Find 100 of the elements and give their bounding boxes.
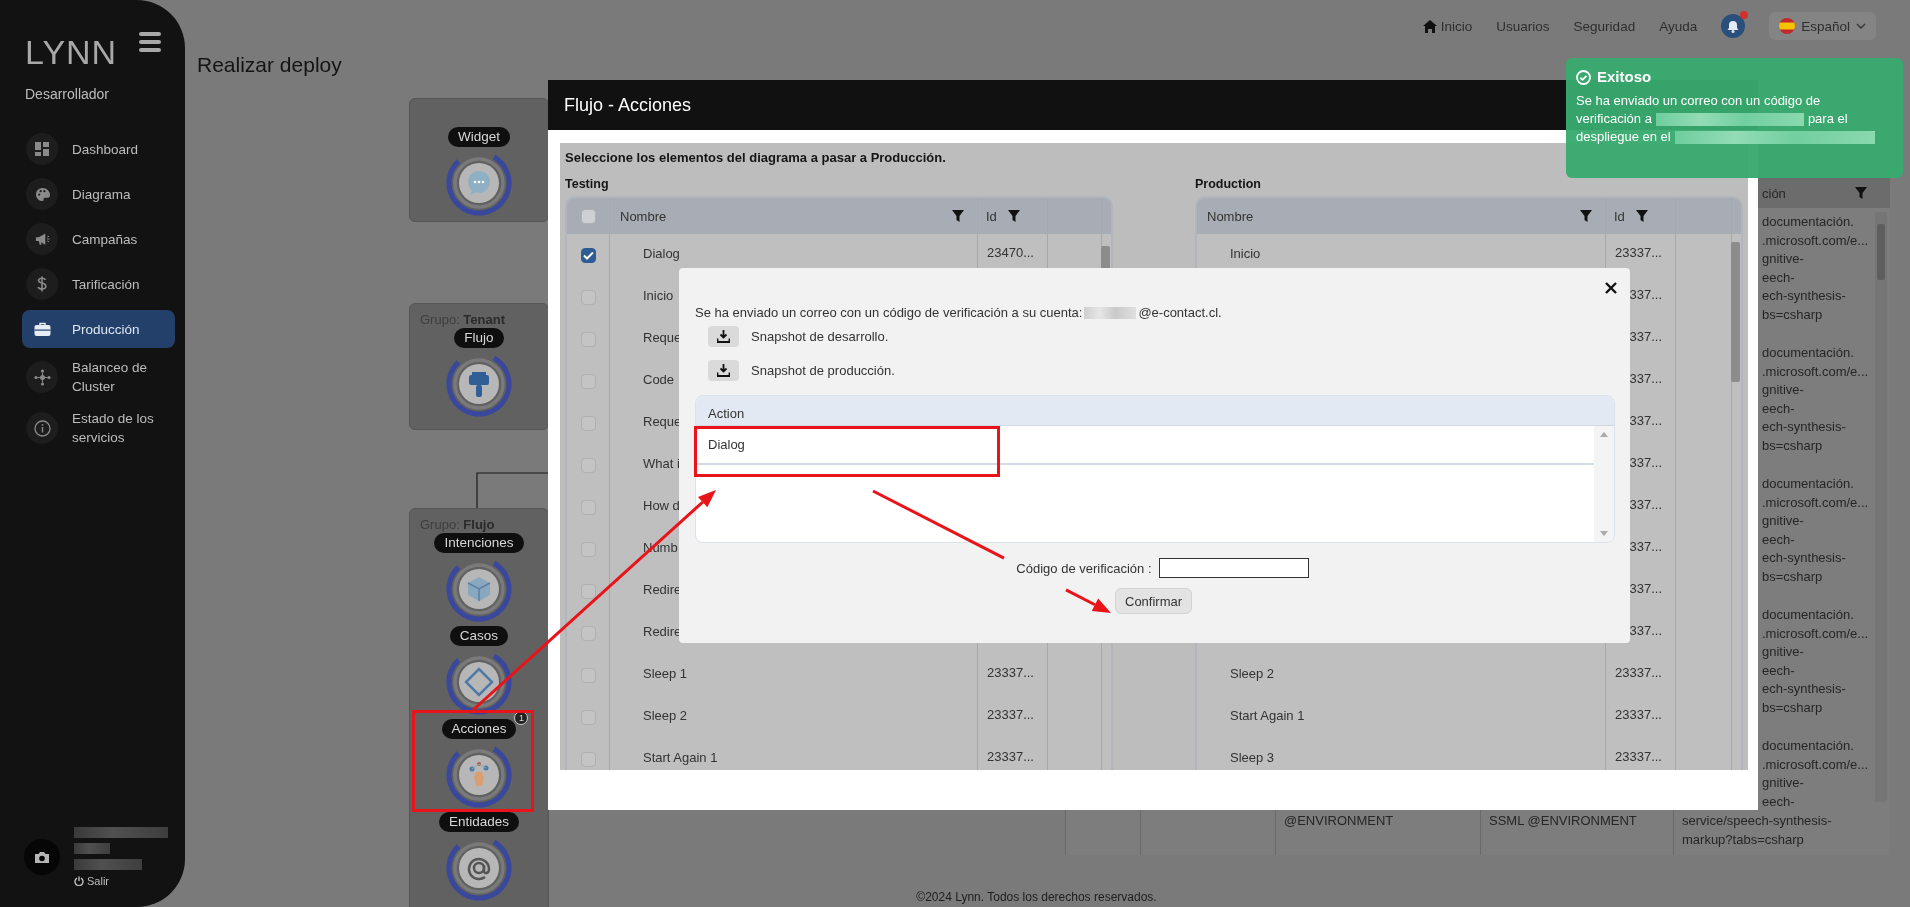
column-header: Id (986, 208, 997, 224)
sidebar-item[interactable]: Diagrama (22, 175, 175, 213)
download-button[interactable] (708, 360, 739, 381)
table-cell-text: documentación. .microsoft.com/e... gnitive- eech- ech-synthesis- bs=csharp (1761, 475, 1870, 586)
node-label: Acciones (441, 719, 517, 739)
modal-title: Flujo - Acciones (564, 94, 692, 116)
table-cell: 337... (1629, 413, 1662, 428)
field-label: Código de verificación : (1016, 560, 1152, 576)
chevron-down-icon (1856, 23, 1866, 29)
close-icon[interactable] (1604, 281, 1618, 295)
checkbox[interactable] (580, 247, 596, 263)
table-cell: Sleep 3 (1230, 749, 1275, 765)
power-icon (74, 876, 84, 886)
table-cell: 337... (1629, 497, 1662, 512)
sidebar-item[interactable]: Tarificación (22, 265, 175, 303)
megaphone-icon (26, 223, 58, 255)
node-label: Widget (448, 127, 510, 147)
table-cell: How d (643, 497, 680, 513)
table-cell: Dialog (643, 245, 680, 261)
sidebar-item[interactable]: Balanceo de Cluster (22, 355, 175, 399)
page-title: Realizar deploy (197, 52, 342, 78)
confirm-button[interactable]: Confirmar (1115, 588, 1193, 614)
message-text: verificación a (1576, 110, 1652, 128)
column-header: Action (708, 406, 745, 421)
table-cell-text: documentación. .microsoft.com/e... gnitive- eech- (1761, 737, 1870, 810)
snapshot-label: Snapshot de desarrollo. (751, 329, 889, 344)
input-field[interactable] (1158, 558, 1309, 578)
instruction-text: Seleccione los elementos del diagrama a pasar a Producción. (565, 150, 947, 166)
scrollbar[interactable] (1875, 212, 1887, 802)
table-cell: 337... (1629, 623, 1662, 638)
message-text: Se ha enviado un correo con un código de verificación a su cuenta: (695, 304, 1083, 322)
table-cell: Code (643, 371, 675, 387)
dashboard-icon (26, 133, 58, 165)
sidebar-item[interactable]: Dashboard (22, 130, 175, 168)
filter-icon[interactable] (951, 209, 965, 223)
column-header: Nombre (620, 208, 667, 224)
node-label: Intenciones (434, 533, 524, 553)
message-text: despliegue en el (1576, 128, 1671, 146)
column-header: ción (1762, 185, 1786, 201)
scrollbar[interactable] (1731, 242, 1740, 382)
filter-icon[interactable] (1634, 209, 1649, 223)
table-cell-text: documentación. .microsoft.com/e... gnitive- eech- ech-synthesis- bs=csharp (1761, 606, 1870, 717)
sidebar-item[interactable]: Producción (22, 310, 175, 348)
table-label: Production (1195, 177, 1262, 191)
sidebar-item[interactable]: Estado de los servicios (22, 406, 175, 450)
camera-icon[interactable] (24, 839, 60, 875)
table-cell: 337... (1629, 287, 1662, 302)
checkbox[interactable] (580, 208, 596, 224)
language-selector[interactable]: Español (1769, 12, 1876, 40)
snapshot-label: Snapshot de producción. (751, 363, 895, 378)
table-cell: 23337... (1615, 245, 1662, 260)
footer-text: ©2024 Lynn. Todos los derechos reservados. (915, 890, 1158, 906)
notifications-button[interactable] (1721, 14, 1746, 38)
table-cell: Start Again 1 (643, 749, 718, 765)
sidebar-item[interactable]: Campañas (22, 220, 175, 258)
message-text: @e-contact.cl. (1138, 304, 1222, 322)
table-cell: Sleep 1 (643, 665, 688, 681)
download-icon (717, 330, 730, 343)
redacted-text (74, 859, 142, 870)
table-label: Testing (565, 177, 610, 191)
table-cell: 23337... (1615, 749, 1662, 764)
table-cell: Dialog (708, 437, 745, 452)
filter-icon[interactable] (1006, 209, 1021, 223)
table-cell-text: documentación. .microsoft.com/e... gnitive- eech- ech-synthesis- bs=csharp (1761, 344, 1870, 455)
scrollbar[interactable] (1594, 426, 1614, 542)
check-circle-icon (1576, 69, 1591, 85)
node-label: Casos (449, 626, 509, 646)
table-cell: What i (643, 455, 680, 471)
message-text: para el (1807, 110, 1848, 128)
filter-icon[interactable] (1579, 209, 1593, 223)
table-cell: 23470... (987, 245, 1034, 260)
table-cell: 23337... (1615, 665, 1662, 680)
scroll-up-icon[interactable] (1600, 432, 1608, 437)
palette-icon (26, 178, 58, 210)
table-cell: 23337... (1615, 707, 1662, 722)
table-cell: Inicio (643, 287, 674, 303)
checkbox[interactable] (580, 583, 596, 599)
redacted-text (74, 843, 110, 854)
filter-icon[interactable] (1854, 186, 1868, 200)
table-cell-text: documentación. .microsoft.com/e... gnitive- eech- ech-synthesis- bs=csharp (1761, 213, 1870, 324)
logout-link[interactable]: Salir (74, 875, 168, 887)
flag-icon (1779, 18, 1796, 34)
table-cell: 23337... (987, 665, 1034, 680)
table-cell: Start Again 1 (1230, 707, 1305, 723)
table-cell: 337... (1629, 329, 1662, 344)
network-icon (26, 361, 58, 393)
scroll-down-icon[interactable] (1600, 531, 1608, 536)
message-text: Se ha enviado un correo con un código de (1576, 92, 1821, 110)
table-cell: Inicio (1230, 245, 1261, 261)
node-label: Entidades (438, 812, 519, 832)
dollar-icon (26, 268, 58, 300)
table-cell: 23337... (987, 707, 1034, 722)
info-icon (26, 412, 58, 444)
download-button[interactable] (708, 326, 739, 347)
table-cell: 23337... (987, 749, 1034, 764)
download-icon (717, 364, 730, 377)
menu-icon[interactable] (139, 32, 161, 55)
user-role: Desarrollador (24, 86, 111, 102)
table-cell: 337... (1629, 455, 1662, 470)
redacted-text (1084, 307, 1137, 319)
